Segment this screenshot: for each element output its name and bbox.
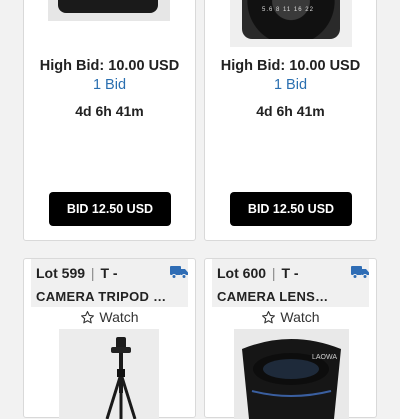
lens-scale-text: 5.6 8 11 16 22 xyxy=(262,7,314,13)
time-left-text: 4d 6h 41m xyxy=(256,103,325,119)
truck-icon xyxy=(170,266,188,279)
lot-card[interactable]: High Bid: 10.00 USD 1 Bid 4d 6h 41m BID … xyxy=(23,0,196,241)
bid-count-link[interactable]: 1 Bid xyxy=(205,76,376,94)
lot-title[interactable]: CAMERA TRIPOD … xyxy=(36,289,166,304)
high-bid-text: High Bid: 10.00 USD xyxy=(220,58,361,74)
lens-brand-text: LAOWA xyxy=(312,354,337,361)
watch-label: Watch xyxy=(280,309,320,325)
lot-number: Lot 600 xyxy=(217,265,267,281)
lens-image: LAOWA xyxy=(234,329,349,419)
star-icon xyxy=(81,310,95,323)
bid-info: High Bid: 10.00 USD 1 Bid 4d 6h 41m xyxy=(24,57,195,120)
time-left-text: 4d 6h 41m xyxy=(75,103,144,119)
lot-title[interactable]: CAMERA LENS… xyxy=(217,289,328,304)
lot-image[interactable]: LAOWA xyxy=(234,329,349,419)
watch-button[interactable]: Watch xyxy=(24,309,195,325)
lot-card[interactable]: Lot 600 | T - CAMERA LENS… Watch LAOWA xyxy=(204,258,377,419)
lot-image[interactable] xyxy=(48,0,170,21)
tripod-image xyxy=(59,329,159,419)
separator: | xyxy=(271,265,276,281)
star-icon xyxy=(262,310,276,323)
lot-category: T - xyxy=(281,265,299,281)
lot-card[interactable]: Lot 599 | T - CAMERA TRIPOD … Watch xyxy=(23,258,196,419)
separator: | xyxy=(90,265,95,281)
lot-image[interactable]: 5.6 8 11 16 22 xyxy=(230,0,352,47)
lot-number: Lot 599 xyxy=(36,265,86,281)
lot-header[interactable]: Lot 600 | T - CAMERA LENS… xyxy=(212,259,369,307)
lot-category: T - xyxy=(100,265,118,281)
high-bid-text: High Bid: 10.00 USD xyxy=(39,58,180,74)
lot-header[interactable]: Lot 599 | T - CAMERA TRIPOD … xyxy=(31,259,188,307)
watch-button[interactable]: Watch xyxy=(205,309,376,325)
bid-button[interactable]: BID 12.50 USD xyxy=(230,192,352,226)
lot-line: Lot 599 | T - xyxy=(36,265,118,281)
bid-info: High Bid: 10.00 USD 1 Bid 4d 6h 41m xyxy=(205,57,376,120)
lot-image[interactable] xyxy=(59,329,159,419)
bid-button[interactable]: BID 12.50 USD xyxy=(49,192,171,226)
watch-label: Watch xyxy=(99,309,139,325)
truck-icon xyxy=(351,266,369,279)
lot-line: Lot 600 | T - xyxy=(217,265,299,281)
bid-count-link[interactable]: 1 Bid xyxy=(24,76,195,94)
lot-card[interactable]: 5.6 8 11 16 22 High Bid: 10.00 USD 1 Bid… xyxy=(204,0,377,241)
